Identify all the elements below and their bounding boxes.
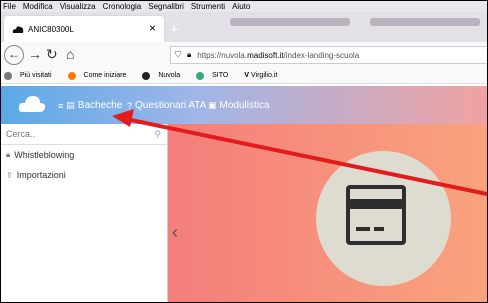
bookmark-label: Virgilio.it bbox=[251, 72, 278, 79]
menu-modifica[interactable]: Modifica bbox=[23, 2, 53, 11]
menu-strumenti[interactable]: Strumenti bbox=[191, 2, 225, 11]
lock-icon: 🔒︎ bbox=[187, 50, 192, 59]
sidebar-item-label: Importazioni bbox=[16, 170, 66, 180]
bookmark-nuvola[interactable]: Nuvola bbox=[142, 71, 188, 80]
menu-icon: ≡ bbox=[58, 100, 64, 111]
card-dash bbox=[374, 227, 384, 231]
url-text: https://nuvola.madisoft.it/index-landing… bbox=[197, 50, 360, 60]
lock-icon: 🔒︎ bbox=[6, 150, 11, 159]
sidebar: Cerca.. ⚲ 🔒︎ Whistleblowing ⇪ Importazio… bbox=[0, 124, 168, 303]
bookmark-label: Nuvola bbox=[158, 72, 181, 79]
navigation-bar: ← → ↻ ⌂ ⛉ 🔒︎ https://nuvola.madisoft.it/… bbox=[0, 42, 488, 69]
upload-icon: ⇪ bbox=[6, 170, 13, 180]
browser-menubar: File Modifica Visualizza Cronologia Segn… bbox=[0, 0, 488, 12]
sidebar-item-importazioni[interactable]: ⇪ Importazioni bbox=[0, 165, 167, 185]
sidebar-item-label: Whistleblowing bbox=[14, 150, 75, 160]
reload-button[interactable]: ↻ bbox=[46, 46, 58, 63]
card-illustration bbox=[316, 151, 451, 286]
url-bar[interactable]: ⛉ 🔒︎ https://nuvola.madisoft.it/index-la… bbox=[170, 46, 488, 64]
blurred-tab bbox=[370, 18, 480, 26]
bookmark-piu-visitati[interactable]: Più visitati bbox=[4, 71, 60, 80]
card-icon bbox=[346, 185, 406, 245]
nav-label: Questionari ATA bbox=[135, 100, 207, 111]
close-tab-icon[interactable]: × bbox=[149, 21, 156, 35]
site-icon bbox=[196, 71, 205, 80]
bookmark-label: SITO bbox=[212, 72, 229, 79]
menu-file[interactable]: File bbox=[3, 2, 16, 11]
cloud-logo-icon[interactable] bbox=[18, 94, 46, 112]
bookmark-come-iniziare[interactable]: Come iniziare bbox=[67, 71, 135, 80]
tab-title: ANIC80300L bbox=[28, 24, 74, 34]
new-tab-button[interactable]: + bbox=[170, 21, 178, 37]
firefox-icon bbox=[67, 71, 76, 80]
menu-segnalibri[interactable]: Segnalibri bbox=[148, 2, 184, 11]
nav-modulistica[interactable]: ▣ Modulistica bbox=[208, 100, 270, 111]
question-icon: ? bbox=[127, 100, 133, 111]
bookmarks-bar: Più visitati Come iniziare Nuvola SITO V… bbox=[0, 68, 488, 84]
sidebar-item-whistleblowing[interactable]: 🔒︎ Whistleblowing bbox=[0, 145, 167, 165]
v-icon: V bbox=[244, 72, 249, 79]
tab-bar: ANIC80300L × + bbox=[0, 12, 488, 42]
nav-questionari-ata[interactable]: ? Questionari ATA bbox=[127, 100, 206, 111]
nav-bacheche[interactable]: ≡ ▤ Bacheche bbox=[58, 100, 122, 111]
card-dash bbox=[356, 227, 370, 231]
home-icon[interactable]: ⌂ bbox=[66, 46, 74, 62]
browser-tab[interactable]: ANIC80300L × bbox=[4, 16, 164, 42]
back-button[interactable]: ← bbox=[4, 45, 24, 65]
main-content: ‹ bbox=[168, 124, 488, 303]
forward-button[interactable]: → bbox=[28, 46, 42, 62]
menu-cronologia[interactable]: Cronologia bbox=[103, 2, 142, 11]
bookmark-label: Come iniziare bbox=[83, 72, 127, 79]
menu-visualizza[interactable]: Visualizza bbox=[60, 2, 96, 11]
gear-icon bbox=[4, 71, 12, 80]
cloud-icon bbox=[12, 26, 24, 33]
shield-icon: ⛉ bbox=[175, 50, 181, 59]
cloud-icon bbox=[142, 71, 151, 80]
nav-label: Modulistica bbox=[219, 100, 270, 111]
card-stripe bbox=[350, 199, 402, 209]
menu-aiuto[interactable]: Aiuto bbox=[232, 2, 250, 11]
search-field[interactable]: Cerca.. ⚲ bbox=[0, 124, 167, 145]
search-icon: ⚲ bbox=[154, 128, 161, 139]
blurred-tab bbox=[230, 18, 350, 26]
bookmark-virgilio[interactable]: V Virgilio.it bbox=[244, 72, 285, 79]
app-header: ≡ ▤ Bacheche ? Questionari ATA ▣ Modulis… bbox=[0, 86, 488, 124]
chevron-left-icon[interactable]: ‹ bbox=[172, 222, 178, 243]
search-input[interactable]: Cerca.. bbox=[6, 129, 35, 139]
nav-label: Bacheche bbox=[77, 100, 123, 111]
bookmark-label: Più visitati bbox=[20, 72, 52, 79]
list-icon: ▤ bbox=[66, 100, 75, 110]
bookmark-sito[interactable]: SITO bbox=[196, 71, 236, 80]
folder-icon: ▣ bbox=[208, 100, 217, 110]
